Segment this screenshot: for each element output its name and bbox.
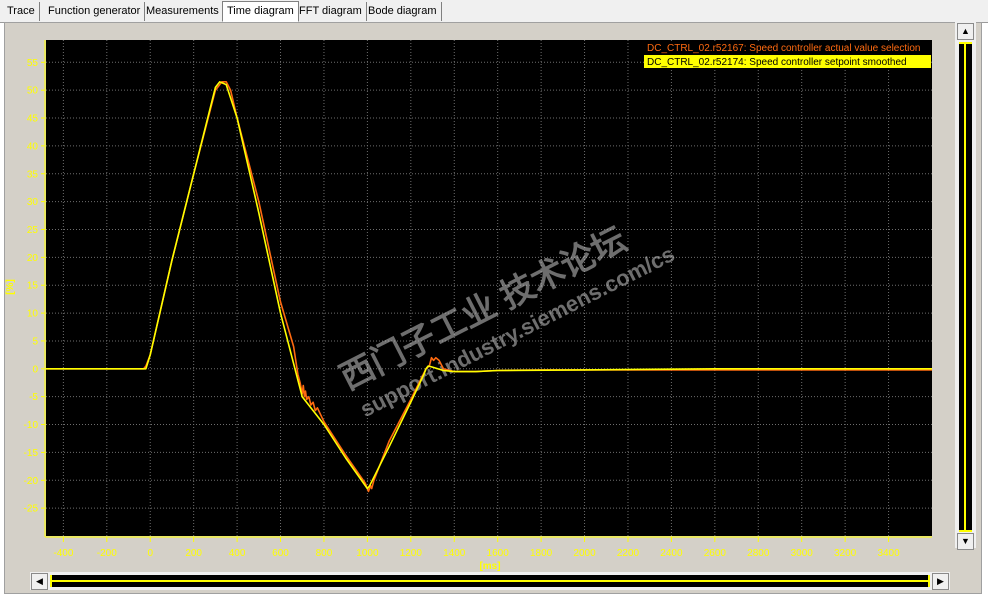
y-tick-label: 25 [27,225,39,236]
x-tick-label: 3000 [791,548,814,559]
x-axis-label: [ms] [479,561,500,572]
arrow-left-icon: ◀ [36,576,43,586]
y-tick-labels: -25 -20 -15 -10 -5 0 5 10 15 20 25 30 35 40 45 50 55 [24,58,45,515]
y-tick-label: 50 [27,86,39,97]
x-tick-label: 2200 [617,548,640,559]
time-diagram-chart: -25 -20 -15 -10 -5 0 5 10 15 20 25 30 35 40 45 50 55 -40… [5,40,932,572]
y-tick-label: -5 [29,392,38,403]
y-tick-label: 5 [32,336,38,347]
vertical-scrollbar[interactable]: ▲ ▼ [955,22,976,550]
y-tick-label: 35 [27,169,39,180]
y-tick-label: -10 [24,420,39,431]
y-tick-label: -25 [24,504,39,515]
scroll-down-button[interactable]: ▼ [957,533,974,550]
vertical-zoom-range[interactable] [959,42,972,532]
x-tick-label: 2000 [573,548,596,559]
x-tick-label: 2600 [704,548,727,559]
arrow-up-icon: ▲ [961,26,970,36]
x-tick-label: 400 [229,548,246,559]
legend-label-setpoint: DC_CTRL_02.r52174: Speed controller setp… [647,57,907,68]
horizontal-zoom-range[interactable] [50,575,930,587]
scroll-right-button[interactable]: ▶ [932,573,949,590]
x-tick-labels: -400 -200 0 200 400 600 800 1000 1200 1400 1600 180… [53,537,900,559]
x-tick-label: 1800 [530,548,553,559]
x-tick-label: 1200 [400,548,423,559]
legend-label-actual: DC_CTRL_02.r52167: Speed controller actu… [647,43,921,54]
scroll-up-button[interactable]: ▲ [957,23,974,40]
x-tick-label: -400 [53,548,73,559]
x-tick-label: 1400 [443,548,466,559]
x-tick-label: 2800 [747,548,770,559]
x-tick-label: 2400 [660,548,683,559]
x-tick-label: 200 [185,548,202,559]
scroll-left-button[interactable]: ◀ [31,573,48,590]
y-tick-label: 40 [27,141,39,152]
arrow-right-icon: ▶ [937,576,944,586]
x-tick-label: 1600 [487,548,510,559]
y-tick-label: -20 [24,476,39,487]
arrow-down-icon: ▼ [961,536,970,546]
y-tick-label: -15 [24,448,39,459]
horizontal-scrollbar[interactable]: ◀ ▶ [30,572,950,590]
x-tick-label: 600 [272,548,289,559]
y-tick-label: 45 [27,114,39,125]
y-tick-label: 10 [27,309,39,320]
x-tick-label: 800 [316,548,333,559]
x-tick-label: 3400 [877,548,900,559]
x-tick-label: 0 [147,548,153,559]
x-tick-label: 1000 [356,548,379,559]
y-tick-label: 55 [27,58,39,69]
y-axis-label: [%] [5,279,16,295]
y-tick-label: 0 [32,364,38,375]
y-tick-label: 30 [27,197,39,208]
x-tick-label: 3200 [834,548,857,559]
y-tick-label: 20 [27,253,39,264]
y-tick-label: 15 [27,281,39,292]
x-tick-label: -200 [97,548,117,559]
